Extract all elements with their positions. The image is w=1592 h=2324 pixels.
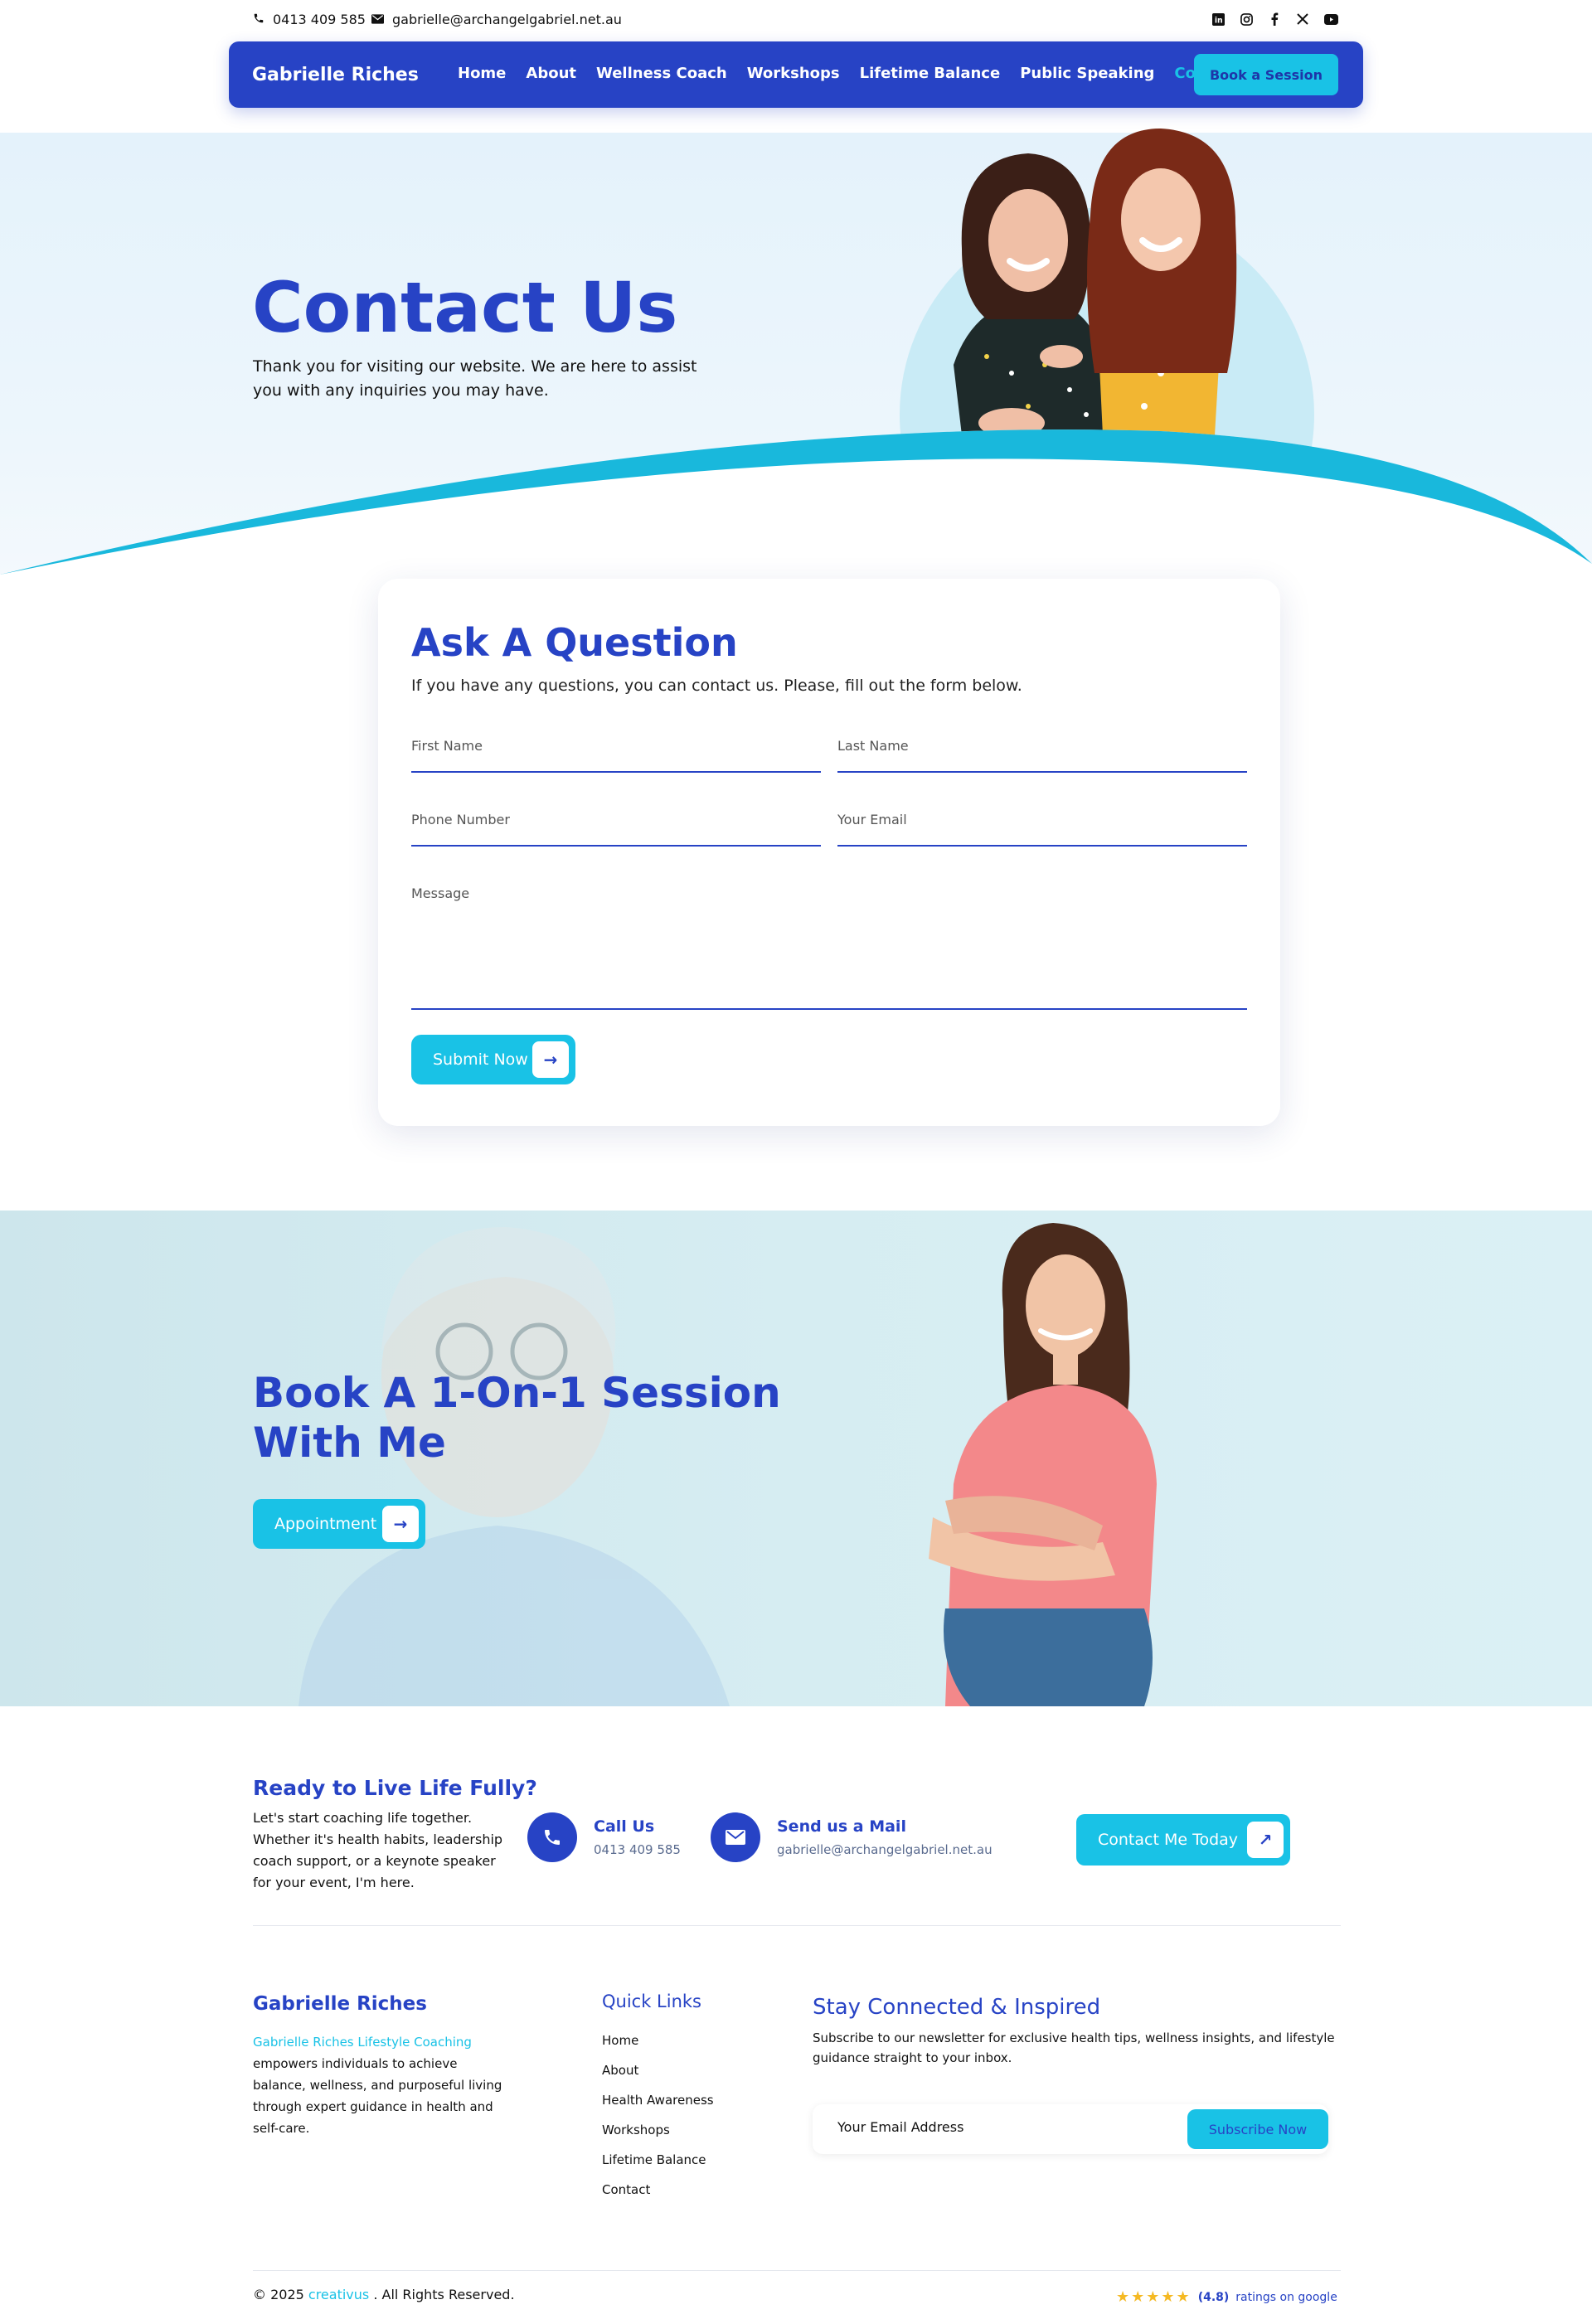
quick-link-workshops[interactable]: Workshops [602, 2123, 714, 2152]
star-rating-icon: ★★★★★ [1116, 2288, 1192, 2306]
quick-links-list: Home About Health Awareness Workshops Li… [602, 2033, 714, 2212]
contact-me-today-button[interactable]: Contact Me Today ↗ [1076, 1814, 1290, 1866]
cta-title: Ready to Live Life Fully? [253, 1776, 537, 1800]
last-name-field[interactable] [837, 738, 1247, 773]
arrow-up-right-icon: ↗ [1247, 1822, 1284, 1858]
send-mail-value: gabrielle@archangelgabriel.net.au [777, 1842, 993, 1857]
quick-link-contact[interactable]: Contact [602, 2182, 714, 2212]
nav-wellness-coach[interactable]: Wellness Coach [596, 65, 727, 82]
footer-desc-text: empowers individuals to achieve balance,… [253, 2056, 502, 2136]
top-contact-bar: 0413 409 585 gabrielle@archangelgabriel.… [0, 0, 1592, 40]
hero-wave-divider [0, 429, 1592, 589]
call-us-value: 0413 409 585 [594, 1842, 681, 1857]
arrow-right-icon: → [382, 1506, 419, 1542]
email-input[interactable] [837, 812, 1247, 827]
newsletter-form: Subscribe Now [813, 2104, 1328, 2154]
instagram-icon[interactable] [1239, 12, 1254, 27]
message-field[interactable] [411, 885, 1247, 1010]
nav-workshops[interactable]: Workshops [747, 65, 840, 82]
form-title: Ask A Question [411, 620, 738, 665]
svg-text:in: in [1214, 16, 1222, 25]
quick-link-lifetime-balance[interactable]: Lifetime Balance [602, 2152, 714, 2182]
nav-menu: Home About Wellness Coach Workshops Life… [458, 65, 1240, 82]
contact-me-label: Contact Me Today [1098, 1831, 1239, 1849]
hero-intro-text: Thank you for visiting our website. We a… [253, 357, 697, 400]
email-field[interactable] [837, 812, 1247, 847]
first-name-input[interactable] [411, 738, 821, 754]
rating-value: (4.8) [1197, 2290, 1230, 2304]
footer-divider [253, 1925, 1341, 1926]
phone-input[interactable] [411, 812, 821, 827]
topbar-phone-text: 0413 409 585 [273, 12, 366, 27]
book-session-button[interactable]: Book a Session [1194, 54, 1338, 95]
call-us-item[interactable]: Call Us 0413 409 585 [527, 1812, 681, 1862]
newsletter-email-input[interactable] [837, 2119, 1169, 2135]
copyright-prefix: © 2025 [253, 2287, 308, 2302]
footer-brand[interactable]: Gabrielle Riches [253, 1993, 427, 2015]
booking-background-photo [298, 1223, 1157, 1706]
booking-section [0, 1211, 1592, 1706]
ask-question-card: Ask A Question If you have any questions… [378, 579, 1280, 1126]
mail-icon [371, 12, 384, 27]
copyright-suffix: . All Rights Reserved. [369, 2287, 515, 2302]
appointment-button[interactable]: Appointment → [253, 1499, 425, 1549]
booking-title: Book A 1-On-1 Session With Me [253, 1368, 781, 1468]
quick-link-health-awareness[interactable]: Health Awareness [602, 2093, 714, 2123]
main-navbar: Gabrielle Riches Home About Wellness Coa… [229, 41, 1363, 108]
mail-icon [711, 1812, 760, 1862]
booking-title-line1: Book A 1-On-1 Session [253, 1369, 781, 1417]
footer-desc-highlight[interactable]: Gabrielle Riches Lifestyle Coaching [253, 2035, 472, 2050]
bottom-divider [253, 2270, 1341, 2271]
site-brand[interactable]: Gabrielle Riches [252, 65, 419, 85]
booking-title-line2: With Me [253, 1419, 446, 1467]
page-title: Contact Us [252, 267, 678, 348]
copyright-brand-link[interactable]: creativus [308, 2287, 369, 2302]
submit-button[interactable]: Submit Now → [411, 1035, 575, 1084]
google-rating: ★★★★★ (4.8) ratings on google [1116, 2288, 1337, 2306]
rating-text: ratings on google [1235, 2290, 1337, 2304]
hero-two-women-photo [912, 124, 1260, 438]
appointment-label: Appointment [274, 1515, 377, 1533]
footer-description: Gabrielle Riches Lifestyle Coaching empo… [253, 2031, 512, 2139]
newsletter-title: Stay Connected & Inspired [813, 1995, 1101, 2020]
form-subtitle: If you have any questions, you can conta… [411, 677, 1022, 695]
linkedin-icon[interactable]: in [1211, 12, 1226, 27]
copyright: © 2025 creativus . All Rights Reserved. [253, 2287, 515, 2302]
quick-links-title: Quick Links [602, 1992, 702, 2011]
nav-about[interactable]: About [526, 65, 576, 82]
topbar-phone[interactable]: 0413 409 585 [253, 12, 366, 27]
arrow-right-icon: → [532, 1041, 569, 1078]
topbar-email[interactable]: gabrielle@archangelgabriel.net.au [371, 12, 622, 27]
last-name-input[interactable] [837, 738, 1247, 754]
facebook-icon[interactable] [1267, 12, 1282, 27]
nav-public-speaking[interactable]: Public Speaking [1020, 65, 1154, 82]
cta-text: Let's start coaching life together. Whet… [253, 1810, 503, 1890]
newsletter-text: Subscribe to our newsletter for exclusiv… [813, 2030, 1335, 2065]
quick-link-home[interactable]: Home [602, 2033, 714, 2063]
youtube-icon[interactable] [1323, 12, 1338, 27]
first-name-field[interactable] [411, 738, 821, 773]
call-us-label: Call Us [594, 1817, 655, 1836]
nav-lifetime-balance[interactable]: Lifetime Balance [860, 65, 1001, 82]
message-textarea[interactable] [411, 885, 1247, 964]
phone-icon [253, 12, 265, 27]
subscribe-button[interactable]: Subscribe Now [1187, 2109, 1328, 2149]
phone-icon [527, 1812, 577, 1862]
topbar-email-text: gabrielle@archangelgabriel.net.au [392, 12, 622, 27]
quick-link-about[interactable]: About [602, 2063, 714, 2093]
nav-home[interactable]: Home [458, 65, 506, 82]
submit-label: Submit Now [433, 1050, 528, 1069]
x-icon[interactable] [1295, 12, 1310, 27]
send-mail-item[interactable]: Send us a Mail gabrielle@archangelgabrie… [711, 1812, 993, 1862]
phone-field[interactable] [411, 812, 821, 847]
send-mail-label: Send us a Mail [777, 1817, 906, 1836]
social-links: in [1211, 12, 1338, 27]
